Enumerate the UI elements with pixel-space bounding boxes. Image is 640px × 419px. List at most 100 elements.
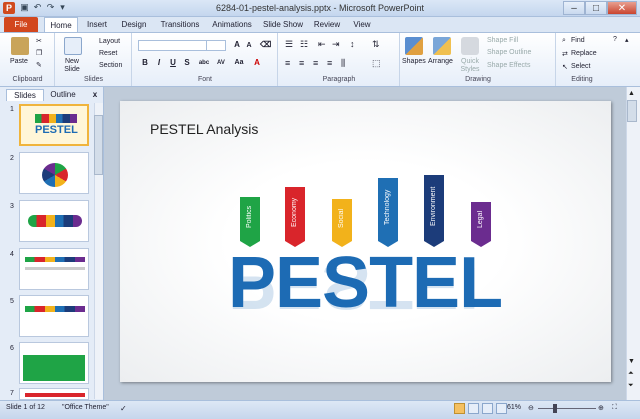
- tab-file[interactable]: File: [4, 17, 38, 32]
- slide-canvas[interactable]: [120, 101, 611, 382]
- reset-button[interactable]: Reset: [99, 50, 117, 57]
- indent-icon[interactable]: ⇤: [318, 39, 326, 50]
- find-button[interactable]: Find: [571, 37, 585, 44]
- outdent-icon[interactable]: ⇥: [332, 39, 340, 50]
- shapes-icon[interactable]: [405, 37, 423, 55]
- slide-thumbnail-5[interactable]: [19, 295, 89, 337]
- shapes-button[interactable]: Shapes: [402, 58, 426, 65]
- paste-icon[interactable]: [11, 37, 29, 55]
- slide-thumbnail-2[interactable]: [19, 152, 89, 194]
- help-icon[interactable]: ?: [613, 36, 617, 43]
- panel-scroll-thumb[interactable]: [94, 115, 103, 175]
- grow-font-button[interactable]: A: [232, 40, 242, 50]
- slide-thumbnail-4[interactable]: [19, 248, 89, 290]
- zoom-slider[interactable]: [538, 408, 596, 409]
- prev-slide-icon[interactable]: ⏶: [628, 370, 634, 378]
- slide-title[interactable]: PESTEL Analysis: [150, 121, 258, 137]
- reading-view-icon[interactable]: [482, 403, 493, 414]
- justify-icon[interactable]: ≡: [327, 58, 332, 68]
- tab-outline[interactable]: Outline: [44, 89, 82, 101]
- pestel-tag[interactable]: Social: [332, 199, 352, 241]
- tab-view[interactable]: View: [348, 17, 376, 32]
- slide-thumbnail-3[interactable]: [19, 200, 89, 242]
- quick-styles-icon[interactable]: [461, 37, 479, 55]
- text-direction-icon[interactable]: ⇅: [372, 39, 380, 50]
- tab-slides[interactable]: Slides: [6, 89, 44, 101]
- align-right-icon[interactable]: ≡: [313, 58, 318, 68]
- editor-scroll-thumb[interactable]: [627, 100, 637, 122]
- maximize-button[interactable]: □: [585, 1, 607, 15]
- shadow-button[interactable]: S: [182, 58, 192, 68]
- scroll-up-icon[interactable]: ▲: [628, 90, 635, 97]
- numbering-icon[interactable]: ☷: [300, 39, 308, 50]
- replace-icon[interactable]: ⇄: [562, 50, 568, 58]
- char-spacing-button[interactable]: AV: [214, 58, 228, 68]
- pestel-tag[interactable]: Technology: [378, 178, 398, 241]
- pestel-tag[interactable]: Economy: [285, 187, 305, 241]
- font-size-combo[interactable]: [206, 40, 226, 51]
- replace-button[interactable]: Replace: [571, 50, 597, 57]
- slide-thumbnail-7[interactable]: [19, 388, 89, 400]
- minimize-button[interactable]: –: [563, 1, 585, 15]
- arrange-button[interactable]: Arrange: [428, 58, 453, 65]
- slide-sorter-icon[interactable]: [468, 403, 479, 414]
- tab-review[interactable]: Review: [310, 17, 344, 32]
- bold-button[interactable]: B: [140, 58, 150, 68]
- paste-button[interactable]: Paste: [10, 58, 28, 65]
- tab-home[interactable]: Home: [44, 17, 78, 32]
- slide-thumbnail-1[interactable]: PESTEL: [19, 104, 89, 146]
- new-slide-button[interactable]: New Slide: [60, 58, 84, 74]
- tab-animations[interactable]: Animations: [208, 17, 256, 32]
- select-icon[interactable]: ↖: [562, 63, 568, 71]
- font-color-icon[interactable]: A: [252, 58, 262, 68]
- next-slide-icon[interactable]: ⏷: [628, 382, 634, 390]
- normal-view-icon[interactable]: [454, 403, 465, 414]
- zoom-level[interactable]: 61%: [507, 404, 521, 411]
- close-button[interactable]: ✕: [607, 1, 637, 15]
- columns-icon[interactable]: ⫼: [341, 58, 345, 69]
- shrink-font-button[interactable]: A: [244, 41, 254, 51]
- shape-effects-button[interactable]: Shape Effects: [487, 62, 530, 69]
- editor-scrollbar[interactable]: [626, 87, 640, 400]
- italic-button[interactable]: I: [154, 58, 164, 68]
- select-button[interactable]: Select: [571, 63, 590, 70]
- arrange-icon[interactable]: [433, 37, 451, 55]
- align-left-icon[interactable]: ≡: [285, 58, 290, 68]
- strikethrough-button[interactable]: abc: [196, 58, 212, 68]
- zoom-in-icon[interactable]: ⊕: [598, 404, 604, 412]
- new-slide-icon[interactable]: [64, 37, 82, 55]
- slide-thumbnail-6[interactable]: [19, 342, 89, 384]
- find-icon[interactable]: ⌕: [562, 37, 566, 45]
- tab-design[interactable]: Design: [116, 17, 152, 32]
- smartart-icon[interactable]: ⬚: [372, 58, 381, 69]
- fit-to-window-icon[interactable]: ⛶: [612, 404, 617, 412]
- bullets-icon[interactable]: ☰: [285, 39, 293, 50]
- slide-show-icon[interactable]: [496, 403, 507, 414]
- change-case-button[interactable]: Aa: [232, 58, 246, 68]
- cut-icon[interactable]: ✂: [36, 37, 42, 45]
- line-spacing-icon[interactable]: ↕: [350, 39, 355, 49]
- layout-button[interactable]: Layout: [99, 38, 120, 45]
- underline-button[interactable]: U: [168, 58, 178, 68]
- tab-insert[interactable]: Insert: [80, 17, 114, 32]
- zoom-slider-thumb[interactable]: [553, 404, 557, 413]
- shape-outline-button[interactable]: Shape Outline: [487, 49, 531, 56]
- pestel-tag[interactable]: Legal: [471, 202, 491, 241]
- copy-icon[interactable]: ❐: [36, 49, 42, 57]
- shape-fill-button[interactable]: Shape Fill: [487, 37, 518, 44]
- tab-transitions[interactable]: Transitions: [156, 17, 204, 32]
- format-painter-icon[interactable]: ✎: [36, 61, 42, 69]
- tab-slide-show[interactable]: Slide Show: [260, 17, 306, 32]
- panel-close-button[interactable]: x: [90, 89, 100, 101]
- section-button[interactable]: Section: [99, 62, 122, 69]
- align-center-icon[interactable]: ≡: [299, 58, 304, 68]
- slide-count: Slide 1 of 12: [6, 404, 45, 411]
- ribbon-collapse-icon[interactable]: ▴: [625, 36, 629, 44]
- quick-styles-button[interactable]: Quick Styles: [457, 58, 483, 74]
- clear-format-icon[interactable]: ⌫: [260, 40, 271, 50]
- pestel-tag[interactable]: Environment: [424, 175, 444, 241]
- spellcheck-icon[interactable]: ✓: [120, 404, 127, 413]
- zoom-out-icon[interactable]: ⊖: [528, 404, 534, 412]
- scroll-down-icon[interactable]: ▼: [628, 358, 635, 365]
- pestel-tag[interactable]: Politics: [240, 197, 260, 241]
